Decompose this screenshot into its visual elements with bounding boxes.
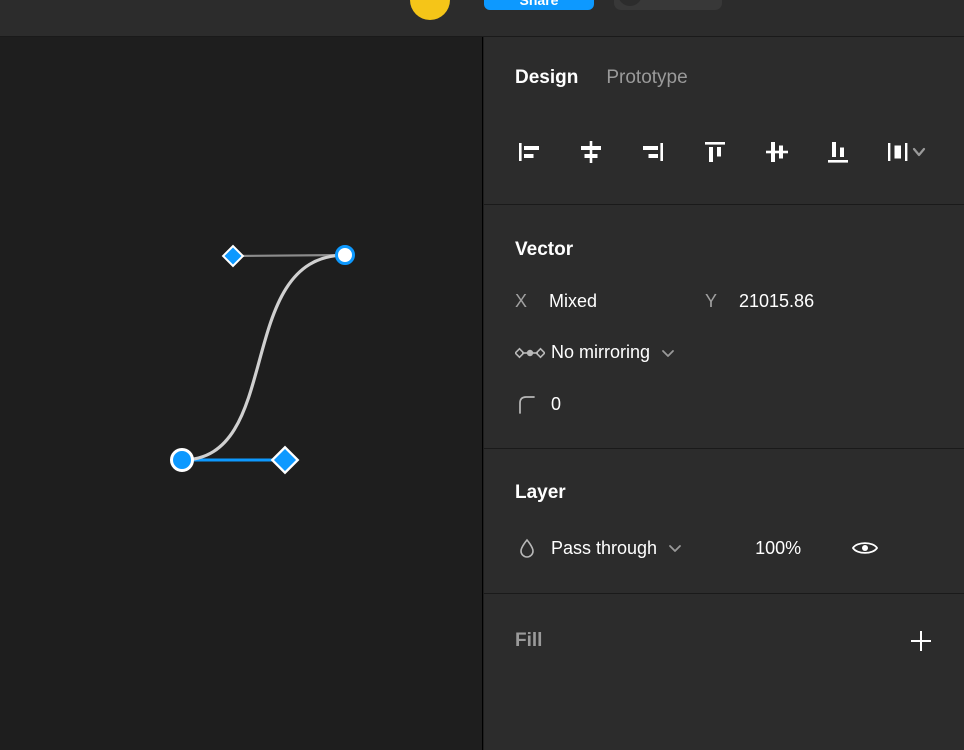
blend-mode-droplet-icon [515, 536, 551, 560]
align-bottom-icon [828, 141, 849, 163]
alignment-toolbar [484, 99, 964, 204]
vector-section: Vector X Mixed Y 21015.86 No mirroring 0 [484, 205, 964, 415]
align-vertical-centers-button[interactable] [746, 130, 808, 174]
align-bottom-button[interactable] [807, 130, 869, 174]
control-handle-bottom-right[interactable] [270, 445, 300, 475]
align-top-button[interactable] [684, 130, 746, 174]
tab-prototype[interactable]: Prototype [606, 67, 687, 93]
tab-design[interactable]: Design [515, 67, 578, 93]
blend-mode-value[interactable]: Pass through [551, 538, 657, 559]
panel-tabs: Design Prototype [484, 37, 964, 99]
vector-section-title: Vector [515, 239, 574, 260]
y-label: Y [705, 291, 718, 311]
corner-radius-value[interactable]: 0 [551, 394, 561, 415]
align-horizontal-centers-icon [580, 140, 601, 163]
opacity-value[interactable]: 100% [755, 538, 801, 559]
chevron-down-icon [660, 345, 676, 361]
present-toggle[interactable] [614, 0, 722, 10]
layer-section: Layer Pass through 100% [484, 449, 964, 560]
x-label: X [515, 291, 528, 311]
align-top-icon [704, 141, 725, 162]
layer-section-title: Layer [515, 482, 566, 503]
top-toolbar: Share [0, 0, 964, 37]
control-handle-top-left[interactable] [221, 244, 245, 268]
anchor-point-top-right[interactable] [335, 245, 355, 265]
right-properties-panel: Design Prototype Vector X Mixed Y 21015.… [484, 37, 964, 750]
figma-vector-editor: Share Design Prototype Vector X Mixed Y … [0, 0, 964, 750]
distribute-icon [887, 142, 925, 161]
corner-radius-icon [515, 393, 551, 415]
fill-section: Fill [484, 594, 964, 655]
align-left-button[interactable] [498, 130, 560, 174]
vector-xy-row: X Mixed Y 21015.86 [515, 291, 933, 312]
eye-icon[interactable] [851, 538, 879, 558]
vector-path[interactable] [180, 253, 347, 462]
align-vertical-centers-icon [765, 141, 788, 162]
y-value[interactable]: 21015.86 [739, 291, 814, 312]
anchor-point-bottom-left-selected[interactable] [170, 448, 194, 472]
distribute-button[interactable] [869, 130, 944, 174]
x-value[interactable]: Mixed [549, 291, 705, 312]
corner-radius-row[interactable]: 0 [515, 393, 933, 415]
user-avatar[interactable] [410, 0, 450, 20]
vector-edit-canvas[interactable] [0, 37, 483, 750]
align-right-icon [642, 142, 663, 161]
plus-icon[interactable] [907, 627, 935, 655]
vector-path-svg [170, 244, 355, 475]
present-toggle-knob [618, 0, 642, 6]
mirroring-row[interactable]: No mirroring [515, 342, 933, 363]
chevron-down-icon-blend [667, 540, 683, 556]
share-button[interactable]: Share [484, 0, 594, 10]
align-left-icon [518, 142, 539, 161]
mirror-handles-icon [515, 344, 551, 362]
mirroring-value[interactable]: No mirroring [551, 342, 650, 363]
align-horizontal-centers-button[interactable] [560, 130, 622, 174]
align-right-button[interactable] [622, 130, 684, 174]
layer-blend-row: Pass through 100% [515, 536, 933, 560]
fill-section-title: Fill [515, 630, 543, 651]
